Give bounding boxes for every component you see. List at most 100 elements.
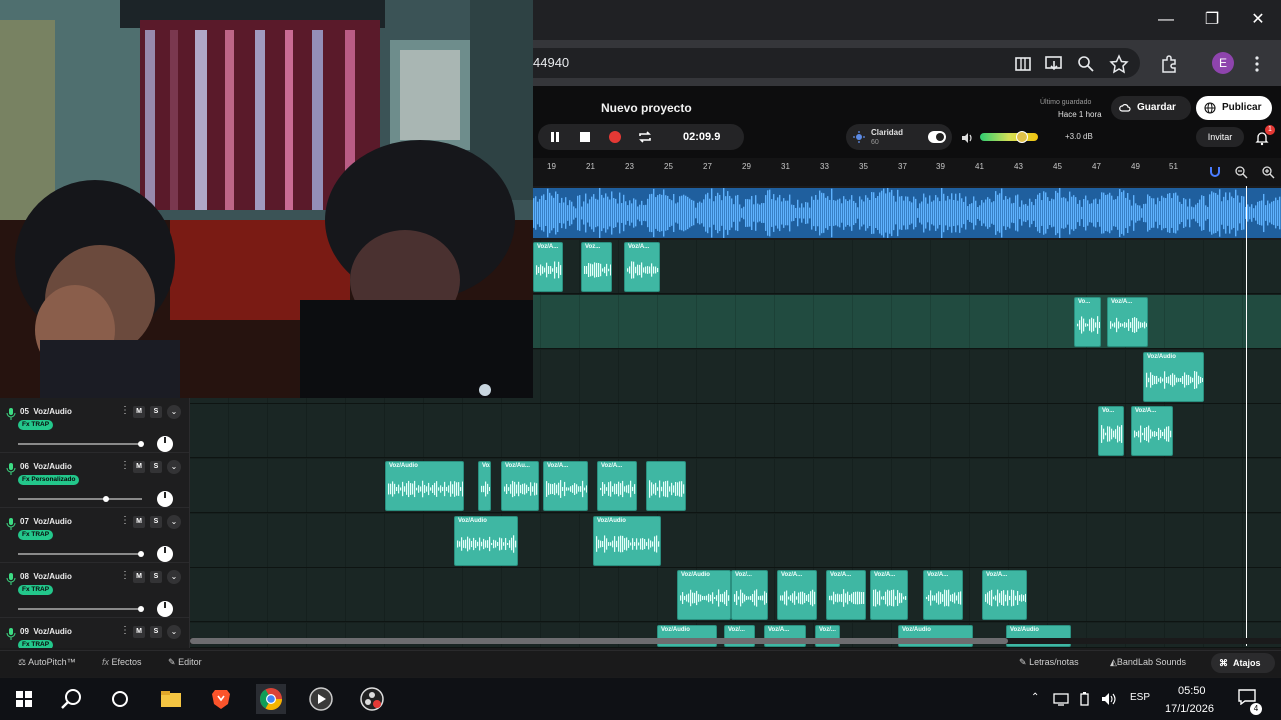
audio-clip[interactable]: Voz...	[581, 242, 612, 292]
audio-clip[interactable]: Vo...	[1098, 406, 1124, 456]
battery-icon[interactable]	[1078, 692, 1092, 706]
audio-clip[interactable]: Voz/A...	[923, 570, 963, 620]
pause-button[interactable]	[546, 128, 564, 146]
audio-clip[interactable]	[646, 461, 686, 511]
network-icon[interactable]	[1053, 692, 1069, 706]
track-volume-knob[interactable]	[138, 551, 144, 557]
minimize-icon[interactable]: —	[1154, 8, 1178, 32]
audio-clip[interactable]: Voz/A...	[826, 570, 866, 620]
track-volume-knob[interactable]	[103, 496, 109, 502]
close-icon[interactable]: ✕	[1246, 8, 1270, 32]
tray-chevron-icon[interactable]: ⌃	[1031, 692, 1039, 703]
track-header[interactable]: 09 Voz/Audio Fx TRAP ⋮ M S ⌄	[0, 618, 189, 648]
zoom-out-icon[interactable]	[1234, 165, 1248, 179]
media-player-icon[interactable]	[306, 684, 336, 714]
track-options-icon[interactable]: ⋮	[120, 460, 130, 471]
taskbar-clock-time[interactable]: 05:50	[1178, 685, 1206, 697]
audio-clip[interactable]: Voz/A...	[533, 242, 563, 292]
speaker-icon[interactable]	[960, 131, 974, 145]
master-volume-slider[interactable]	[980, 133, 1038, 141]
track-options-icon[interactable]: ⋮	[120, 515, 130, 526]
audio-clip[interactable]: Voz/Au...	[501, 461, 539, 511]
taskbar-clock-date[interactable]: 17/1/2026	[1165, 703, 1214, 715]
mute-button[interactable]: M	[133, 516, 145, 528]
obs-recorder-icon[interactable]	[357, 684, 387, 714]
track-fx-badge[interactable]: Fx TRAP	[18, 530, 54, 540]
shortcuts-button[interactable]: ⌘ Atajos	[1211, 653, 1275, 673]
chevron-down-icon[interactable]: ⌄	[167, 625, 181, 639]
bookmark-star-icon[interactable]	[1108, 53, 1130, 75]
solo-button[interactable]: S	[150, 406, 162, 418]
mute-button[interactable]: M	[133, 571, 145, 583]
audio-clip[interactable]: Voz/A...	[478, 461, 491, 511]
loop-button[interactable]	[636, 128, 654, 146]
audio-clip[interactable]: Voz/A...	[1107, 297, 1148, 347]
playhead[interactable]	[1246, 186, 1247, 646]
track-lane[interactable]	[190, 459, 1281, 513]
mute-button[interactable]: M	[133, 461, 145, 473]
audio-clip[interactable]: Voz/Audio	[1143, 352, 1204, 402]
audio-clip[interactable]: Voz/A...	[597, 461, 637, 511]
chevron-down-icon[interactable]: ⌄	[167, 405, 181, 419]
audio-clip[interactable]: Voz/A...	[1131, 406, 1173, 456]
track-options-icon[interactable]: ⋮	[120, 625, 130, 636]
track-volume-slider[interactable]	[18, 443, 142, 445]
audio-clip[interactable]: Voz/Audio	[385, 461, 464, 511]
address-text[interactable]: 44940	[533, 55, 569, 70]
track-pan-knob[interactable]	[157, 546, 173, 562]
solo-button[interactable]: S	[150, 571, 162, 583]
track-fx-badge[interactable]: Fx Personalizado	[18, 475, 80, 485]
track-volume-slider[interactable]	[18, 553, 142, 555]
track-header[interactable]: 06 Voz/Audio Fx Personalizado ⋮ M S ⌄	[0, 453, 189, 508]
lyrics-button[interactable]: ✎ Letras/notas	[1019, 657, 1079, 668]
track-pan-knob[interactable]	[157, 601, 173, 617]
piano-icon[interactable]	[1012, 53, 1034, 75]
audio-clip[interactable]: Voz/...	[731, 570, 768, 620]
stop-button[interactable]	[576, 128, 594, 146]
track-volume-slider[interactable]	[18, 608, 142, 610]
file-explorer-icon[interactable]	[156, 684, 186, 714]
track-lane[interactable]	[190, 514, 1281, 568]
install-app-icon[interactable]	[1043, 53, 1065, 75]
track-pan-knob[interactable]	[157, 436, 173, 452]
audio-clip[interactable]: Voz/A...	[777, 570, 817, 620]
magnet-icon[interactable]	[1208, 165, 1222, 179]
track-pan-knob[interactable]	[157, 491, 173, 507]
solo-button[interactable]: S	[150, 626, 162, 638]
autopitch-button[interactable]: ⚖ AutoPitch™	[18, 657, 76, 668]
audio-clip[interactable]: Voz/A...	[624, 242, 660, 292]
solo-button[interactable]: S	[150, 461, 162, 473]
chevron-down-icon[interactable]: ⌄	[167, 570, 181, 584]
brave-browser-icon[interactable]	[206, 684, 236, 714]
more-menu-icon[interactable]	[1246, 53, 1268, 75]
record-button[interactable]	[606, 128, 624, 146]
track-options-icon[interactable]: ⋮	[120, 570, 130, 581]
search-icon[interactable]	[57, 684, 87, 714]
audio-clip[interactable]: Voz/Audio	[677, 570, 731, 620]
audio-clip[interactable]: Voz/A...	[982, 570, 1027, 620]
restore-icon[interactable]: ❐	[1200, 8, 1224, 32]
bandlab-sounds-button[interactable]: ◭BandLab Sounds	[1110, 657, 1186, 668]
track-volume-slider[interactable]	[18, 498, 142, 500]
track-volume-knob[interactable]	[138, 441, 144, 447]
mute-button[interactable]: M	[133, 406, 145, 418]
track-options-icon[interactable]: ⋮	[120, 405, 130, 416]
volume-tray-icon[interactable]	[1101, 692, 1117, 706]
mute-button[interactable]: M	[133, 626, 145, 638]
track-fx-badge[interactable]: Fx TRAP	[18, 640, 54, 648]
invite-button[interactable]: Invitar	[1196, 127, 1244, 147]
project-title[interactable]: Nuevo proyecto	[601, 101, 692, 115]
track-header[interactable]: 07 Voz/Audio Fx TRAP ⋮ M S ⌄	[0, 508, 189, 563]
track-fx-badge[interactable]: Fx TRAP	[18, 420, 54, 430]
zoom-in-icon[interactable]	[1261, 165, 1275, 179]
track-fx-badge[interactable]: Fx TRAP	[18, 585, 54, 595]
chrome-icon[interactable]	[256, 684, 286, 714]
chevron-down-icon[interactable]: ⌄	[167, 460, 181, 474]
extensions-icon[interactable]	[1158, 53, 1180, 75]
effects-button[interactable]: fx Efectos	[102, 657, 142, 667]
zoom-icon[interactable]	[1075, 53, 1097, 75]
solo-button[interactable]: S	[150, 516, 162, 528]
track-header[interactable]: 05 Voz/Audio Fx TRAP ⋮ M S ⌄	[0, 398, 189, 453]
audio-clip[interactable]: Vo...	[1074, 297, 1101, 347]
master-volume-knob[interactable]	[1016, 131, 1028, 143]
